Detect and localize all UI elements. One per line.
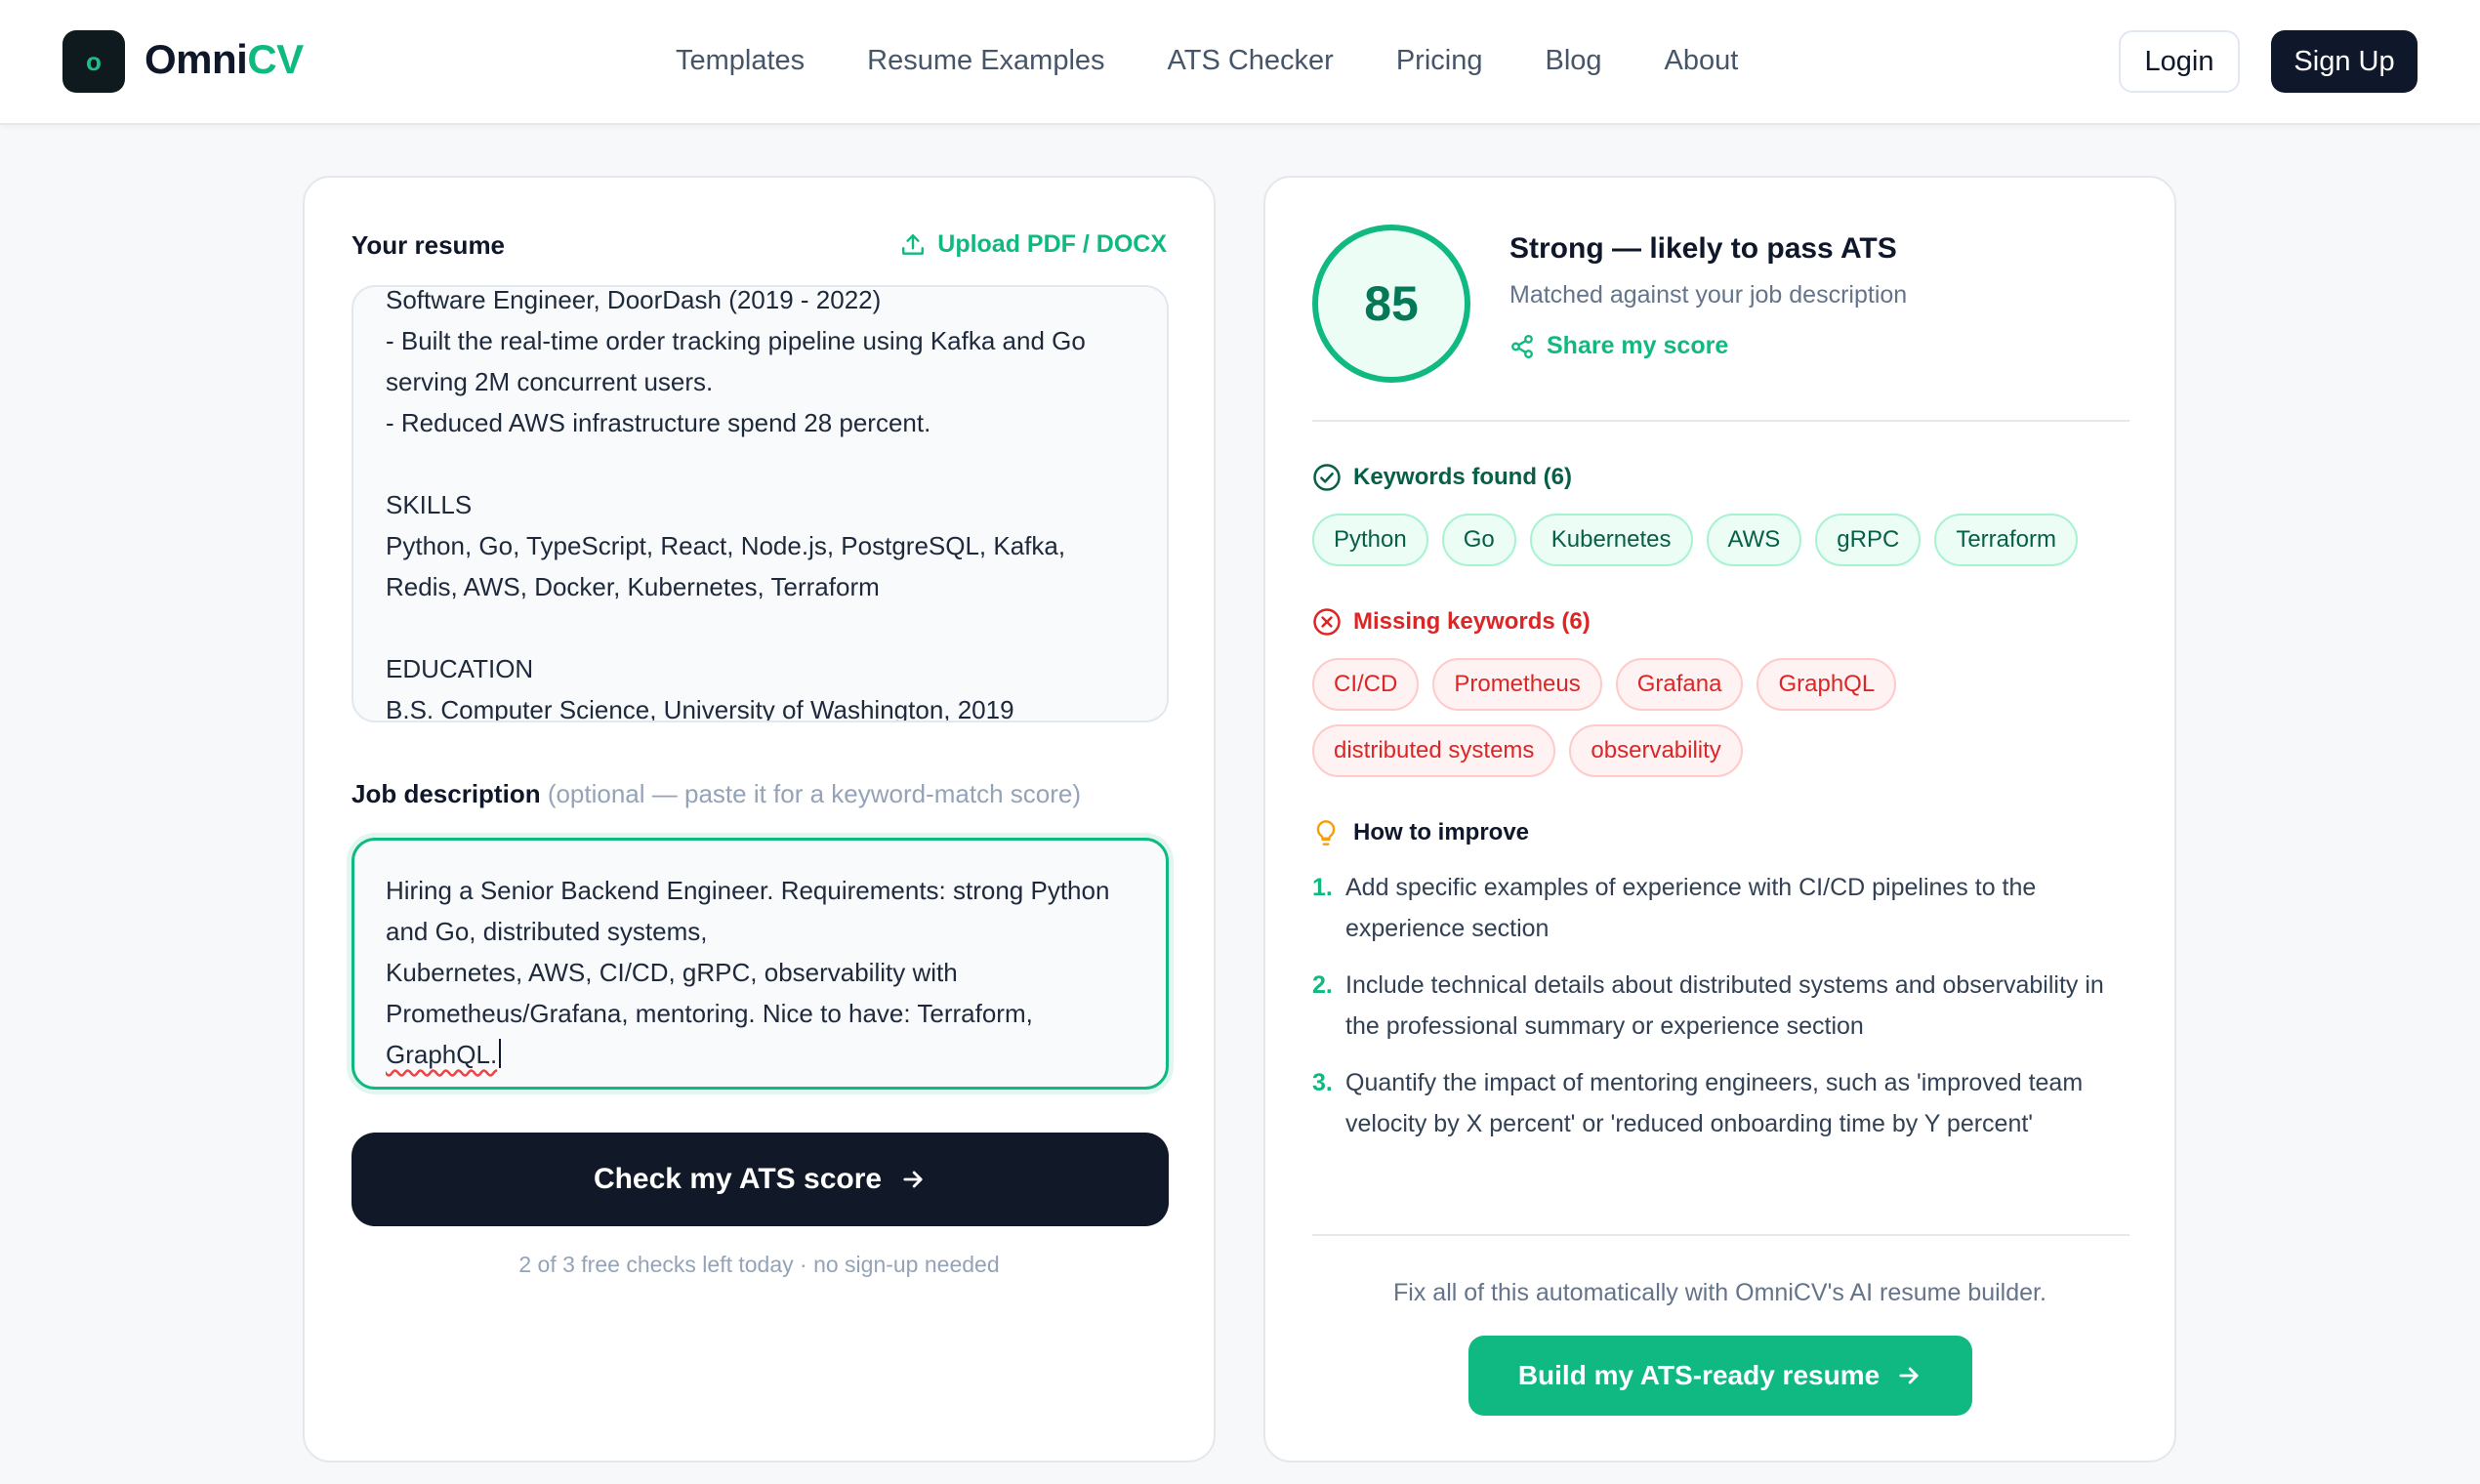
brand-name-part2: CV (247, 36, 304, 82)
logo-icon[interactable]: o (62, 30, 125, 93)
keywords-missing-label: Missing keywords (6) (1353, 608, 1591, 635)
nav-templates[interactable]: Templates (676, 45, 805, 77)
jd-line-last: GraphQL. (386, 1034, 1142, 1075)
keyword-chip-missing: CI/CD (1312, 658, 1420, 711)
job-description-title: Job description (351, 779, 541, 808)
keyword-chip-missing: observability (1569, 724, 1743, 777)
upload-label: Upload PDF / DOCX (937, 230, 1167, 258)
keyword-chip-found: Go (1441, 514, 1516, 566)
nav-about[interactable]: About (1665, 45, 1739, 77)
how-to-improve-label: How to improve (1353, 819, 1530, 845)
arrow-right-icon (903, 1171, 923, 1188)
brand-name-part1: Omni (145, 36, 248, 82)
score-value: 85 (1364, 276, 1419, 331)
check-ats-score-label: Check my ATS score (593, 1163, 883, 1195)
resume-line: - Built the real-time order tracking pip… (386, 326, 1086, 355)
resume-line: SKILLS (386, 490, 473, 519)
build-resume-button[interactable]: Build my ATS-ready resume (1468, 1336, 1972, 1416)
signup-button[interactable]: Sign Up (2271, 30, 2418, 93)
keyword-chip-found: Python (1312, 514, 1428, 566)
nav-ats-checker[interactable]: ATS Checker (1168, 45, 1334, 77)
improvement-tip: 1. Add specific examples of experience w… (1312, 867, 2129, 949)
keyword-chip-found: AWS (1706, 514, 1802, 566)
top-nav-bar: o OmniCV Templates Resume Examples ATS C… (0, 0, 2480, 125)
resume-textarea[interactable]: Software Engineer, DoorDash (2019 - 2022… (351, 285, 1169, 722)
improvement-tip: 2. Include technical details about distr… (1312, 965, 2129, 1047)
nav-resume-examples[interactable]: Resume Examples (867, 45, 1104, 77)
free-checks-note: 2 of 3 free checks left today · no sign-… (518, 1252, 1000, 1277)
keywords-found-list: Python Go Kubernetes AWS gRPC Terraform (1312, 514, 2129, 580)
divider (1312, 1234, 2129, 1236)
how-to-improve-heading: How to improve (1312, 818, 1529, 847)
results-card: 85 Strong — likely to pass ATS Matched a… (1263, 176, 2176, 1463)
resume-line: EDUCATION (386, 654, 534, 683)
keywords-missing-list: CI/CD Prometheus Grafana GraphQL distrib… (1312, 658, 2129, 791)
keywords-found-label: Keywords found (6) (1353, 464, 1573, 490)
check-circle-icon (1313, 464, 1341, 491)
resume-line: Redis, AWS, Docker, Kubernetes, Terrafor… (386, 572, 880, 601)
keywords-found-heading: Keywords found (6) (1312, 463, 1572, 492)
brand-name[interactable]: OmniCV (145, 36, 304, 83)
keyword-chip-found: Terraform (1934, 514, 2078, 566)
keyword-chip-missing: Grafana (1615, 658, 1744, 711)
divider (1312, 420, 2129, 422)
text-caret (499, 1039, 502, 1068)
improvement-tip: 3. Quantify the impact of mentoring engi… (1312, 1062, 2129, 1144)
tip-number: 3. (1312, 1069, 1333, 1096)
resume-line: - Reduced AWS infrastructure spend 28 pe… (386, 408, 931, 437)
score-title: Strong — likely to pass ATS (1509, 232, 1897, 265)
jd-last-text: GraphQL. (386, 1040, 498, 1069)
upload-icon (902, 233, 925, 255)
tip-number: 1. (1312, 874, 1333, 901)
resume-line (386, 443, 1143, 484)
nav-blog[interactable]: Blog (1546, 45, 1602, 77)
x-circle-icon (1313, 608, 1341, 636)
logo-letter: o (86, 46, 102, 76)
keyword-chip-missing: GraphQL (1757, 658, 1897, 711)
tip-number: 2. (1312, 971, 1333, 999)
jd-line: Prometheus/Grafana, mentoring. Nice to h… (386, 999, 1033, 1028)
login-button[interactable]: Login (2119, 30, 2240, 93)
tip-text: Include technical details about distribu… (1345, 971, 2104, 1040)
nav-pricing[interactable]: Pricing (1396, 45, 1483, 77)
keyword-chip-found: gRPC (1815, 514, 1922, 566)
resume-line: Software Engineer, DoorDash (2019 - 2022… (386, 285, 882, 314)
resume-line (386, 607, 1143, 648)
jd-line: Hiring a Senior Backend Engineer. Requir… (386, 876, 1110, 905)
resume-line: B.S. Computer Science, University of Was… (386, 695, 1014, 722)
job-description-hint: (optional — paste it for a keyword-match… (547, 779, 1082, 808)
resume-line: serving 2M concurrent users. (386, 367, 714, 396)
keyword-chip-found: Kubernetes (1529, 514, 1693, 566)
main-nav: Templates Resume Examples ATS Checker Pr… (676, 45, 1800, 77)
keyword-chip-missing: Prometheus (1432, 658, 1602, 711)
keyword-chip-missing: distributed systems (1312, 724, 1556, 777)
jd-line: and Go, distributed systems, (386, 917, 708, 946)
resume-input-card: Your resume Upload PDF / DOCX Software E… (303, 176, 1216, 1463)
score-ring: 85 (1312, 225, 1470, 383)
build-resume-label: Build my ATS-ready resume (1517, 1360, 1881, 1390)
tip-text: Quantify the impact of mentoring enginee… (1345, 1069, 2084, 1137)
cta-note: Fix all of this automatically with OmniC… (1393, 1279, 2046, 1306)
share-score-link[interactable]: Share my score (1509, 332, 1728, 360)
resume-line: Python, Go, TypeScript, React, Node.js, … (386, 531, 1066, 560)
keywords-missing-heading: Missing keywords (6) (1312, 607, 1591, 637)
score-subtitle: Matched against your job description (1509, 281, 1908, 309)
resume-label: Your resume (351, 230, 506, 260)
tip-text: Add specific examples of experience with… (1345, 874, 2037, 942)
arrow-right-icon (1899, 1367, 1919, 1384)
lightbulb-icon (1316, 820, 1336, 845)
share-score-label: Share my score (1547, 332, 1729, 359)
job-description-label: Job description (optional — paste it for… (351, 779, 1081, 809)
job-description-textarea[interactable]: Hiring a Senior Backend Engineer. Requir… (351, 838, 1169, 1090)
share-icon (1511, 334, 1533, 358)
jd-line: Kubernetes, AWS, CI/CD, gRPC, observabil… (386, 958, 958, 987)
upload-file-button[interactable]: Upload PDF / DOCX (900, 230, 1167, 259)
check-ats-score-button[interactable]: Check my ATS score (351, 1133, 1169, 1226)
